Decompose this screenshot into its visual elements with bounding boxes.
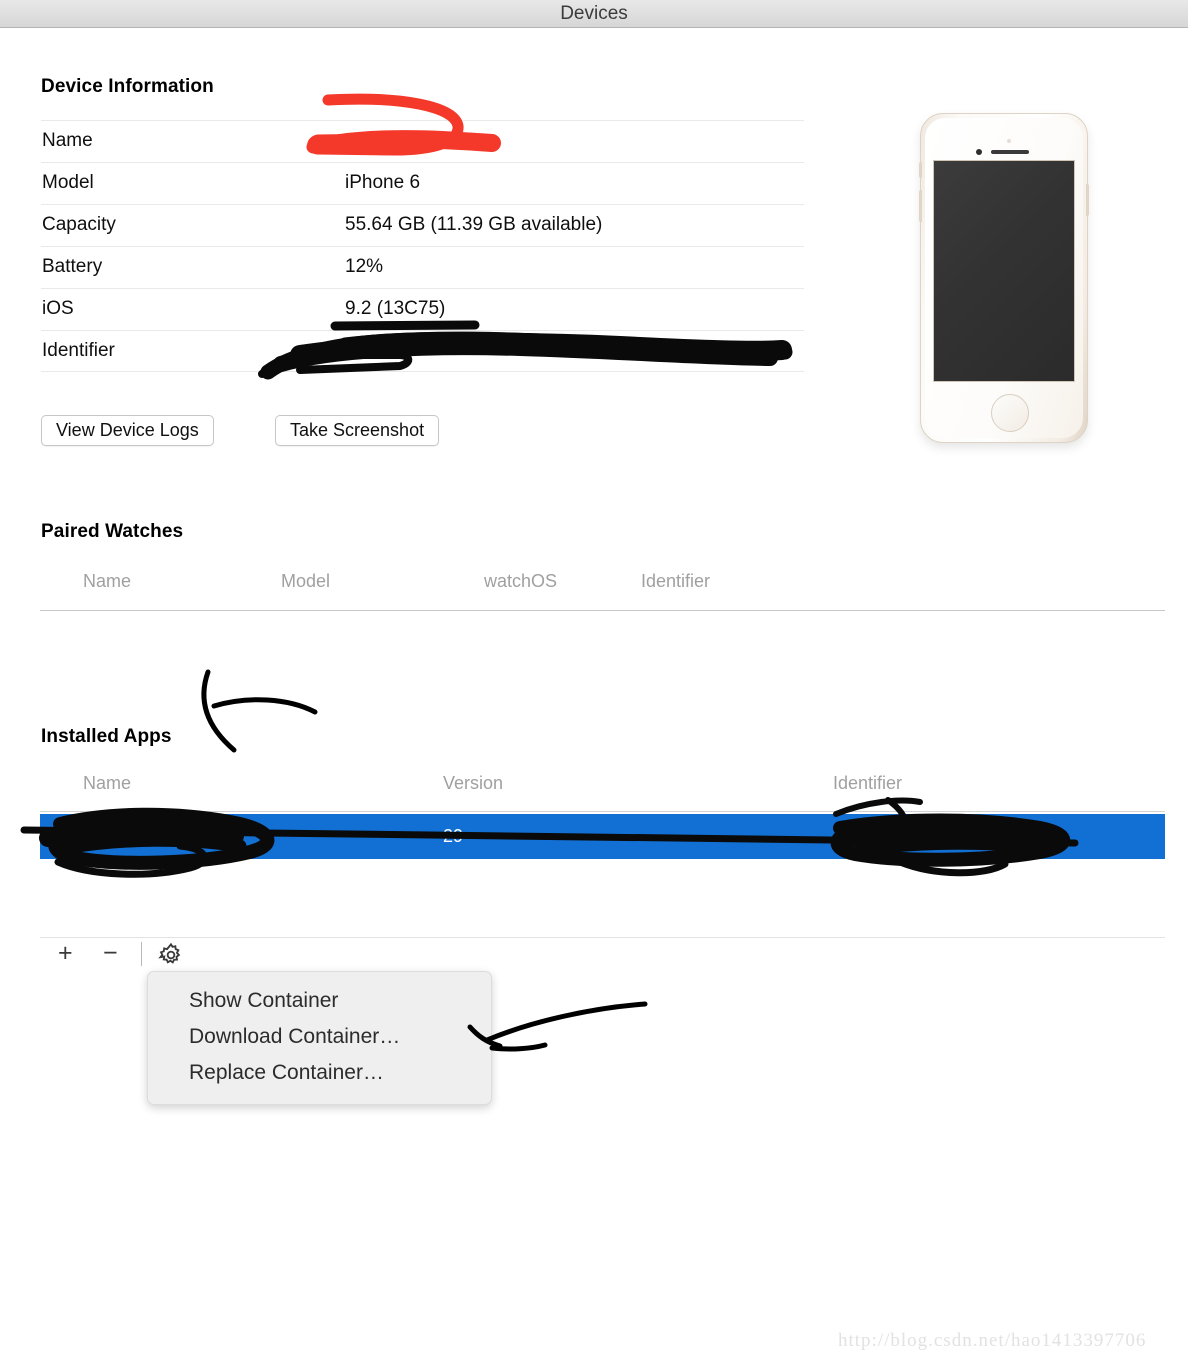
window-titlebar: Devices (0, 0, 1188, 28)
toolbar-separator (141, 942, 142, 966)
menu-item-replace-container[interactable]: Replace Container… (148, 1055, 491, 1091)
installed-apps-header-divider (40, 811, 1165, 812)
phone-screen (933, 160, 1075, 382)
phone-proximity-sensor-icon (1007, 139, 1011, 143)
phone-front-camera-icon (976, 149, 982, 155)
paired-watches-divider (40, 610, 1165, 611)
window-title: Devices (560, 3, 628, 24)
gear-icon[interactable] (158, 942, 184, 973)
phone-power-button (1086, 184, 1089, 216)
table-row[interactable]: Identifier … (41, 330, 804, 372)
container-actions-menu: Show Container Download Container… Repla… (147, 971, 492, 1105)
phone-home-button-icon (991, 394, 1029, 432)
device-info-label-identifier: Identifier (42, 340, 115, 361)
watermark: http://blog.csdn.net/hao1413397706 (838, 1330, 1147, 1351)
annotation-arrow-installed-apps (201, 669, 318, 753)
device-info-value-capacity: 55.64 GB (11.39 GB available) (345, 214, 603, 235)
installed-apps-column-identifier[interactable]: Identifier (833, 773, 902, 794)
device-info-value-ios: 9.2 (13C75) (345, 298, 446, 319)
paired-watches-column-watchos[interactable]: watchOS (484, 571, 557, 592)
phone-front-face (925, 118, 1083, 438)
table-row[interactable]: iOS 9.2 (13C75) (41, 288, 804, 330)
take-screenshot-button[interactable]: Take Screenshot (275, 415, 440, 446)
menu-item-show-container[interactable]: Show Container (148, 983, 491, 1019)
annotation-arrow-download-container (467, 1001, 648, 1052)
view-device-logs-button[interactable]: View Device Logs (41, 415, 214, 446)
device-info-value-identifier: … (745, 340, 764, 361)
device-information-table: Name Model iPhone 6 Capacity 55.64 GB (1… (41, 120, 804, 372)
installed-app-version: 29 (443, 826, 464, 846)
table-row[interactable]: Model iPhone 6 (41, 162, 804, 204)
table-row[interactable]: 29 (40, 814, 1165, 859)
phone-body (919, 113, 1089, 443)
add-app-button[interactable]: + (58, 941, 73, 966)
installed-apps-toolbar-divider (40, 937, 1165, 938)
device-info-label-name: Name (42, 130, 93, 151)
device-information-heading: Device Information (41, 76, 214, 97)
phone-mute-switch (919, 162, 922, 178)
phone-earpiece-speaker-icon (991, 150, 1029, 154)
device-info-label-capacity: Capacity (42, 214, 116, 235)
paired-watches-heading: Paired Watches (41, 521, 184, 542)
device-info-label-model: Model (42, 172, 94, 193)
phone-volume-buttons (919, 190, 922, 222)
table-row[interactable]: Name (41, 120, 804, 162)
menu-item-download-container[interactable]: Download Container… (148, 1019, 491, 1055)
remove-app-button[interactable]: − (103, 941, 118, 966)
installed-apps-heading: Installed Apps (41, 726, 172, 747)
paired-watches-column-name[interactable]: Name (83, 571, 131, 592)
device-info-value-model: iPhone 6 (345, 172, 421, 193)
table-row[interactable]: Battery 12% (41, 246, 804, 288)
installed-apps-column-version[interactable]: Version (443, 773, 503, 794)
installed-apps-column-name[interactable]: Name (83, 773, 131, 794)
device-info-value-battery: 12% (345, 256, 384, 277)
device-info-label-ios: iOS (42, 298, 74, 319)
paired-watches-column-identifier[interactable]: Identifier (641, 571, 710, 592)
device-info-label-battery: Battery (42, 256, 103, 277)
device-preview-image (919, 113, 1089, 443)
paired-watches-column-model[interactable]: Model (281, 571, 330, 592)
table-row[interactable]: Capacity 55.64 GB (11.39 GB available) (41, 204, 804, 246)
